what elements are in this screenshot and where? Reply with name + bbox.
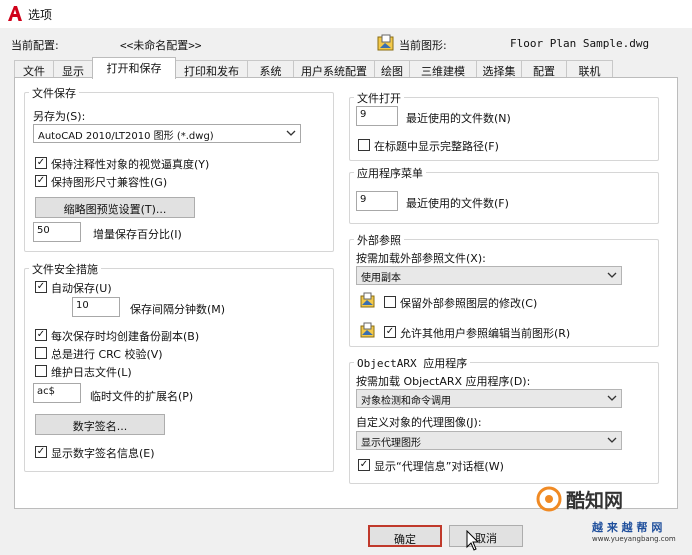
tab-online[interactable]: 联机 (566, 60, 613, 78)
save-as-value: AutoCAD 2010/LT2010 图形 (*.dwg) (38, 131, 214, 142)
autocad-a-icon (8, 6, 22, 21)
watermark-text-2: 越 来 越 帮 网 (592, 521, 663, 534)
xref-layer-icon (360, 292, 375, 308)
xref-edit-icon (360, 322, 375, 338)
tab-files[interactable]: 文件 (14, 60, 54, 78)
cancel-button[interactable]: 取消 (449, 525, 523, 547)
tab-strip: 文件 显示 打开和保存 打印和发布 系统 用户系统配置 绘图 三维建模 选择集 … (14, 57, 678, 79)
incremental-save-input[interactable]: 50 (33, 222, 81, 242)
retain-xref-changes-checkbox[interactable] (384, 296, 396, 308)
retain-xref-changes-label: 保留外部参照图层的修改(C) (400, 297, 538, 310)
current-profile-label: 当前配置: (11, 39, 59, 52)
chevron-down-icon (607, 437, 617, 443)
keep-annotative-checkbox[interactable]: ✓ (35, 157, 47, 169)
objectarx-demand-load-value: 对象检测和命令调用 (361, 396, 451, 407)
watermark: 酷知网 越 来 越 帮 网 www.yueyangbang.com (536, 482, 686, 552)
app-menu-title: 应用程序菜单 (354, 165, 426, 181)
keep-drawing-size-label: 保持图形尺寸兼容性(G) (51, 176, 168, 189)
save-as-dropdown[interactable]: AutoCAD 2010/LT2010 图形 (*.dwg) (33, 124, 301, 143)
backup-label: 每次保存时均创建备份副本(B) (51, 330, 200, 343)
current-drawing-value: Floor Plan Sample.dwg (510, 37, 650, 50)
show-proxy-dialog-checkbox[interactable]: ✓ (358, 459, 370, 471)
tab-drafting[interactable]: 绘图 (374, 60, 410, 78)
watermark-text: 酷知网 (566, 490, 624, 512)
backup-checkbox[interactable]: ✓ (35, 329, 47, 341)
tab-profiles[interactable]: 配置 (521, 60, 567, 78)
full-path-label: 在标题中显示完整路径(F) (374, 140, 499, 153)
autosave-interval-input[interactable]: 10 (72, 297, 120, 317)
watermark-url: www.yueyangbang.com (592, 535, 676, 543)
allow-refedit-checkbox[interactable]: ✓ (384, 326, 396, 338)
tab-plot-publish[interactable]: 打印和发布 (175, 60, 248, 78)
allow-refedit-label: 允许其他用户参照编辑当前图形(R) (400, 327, 571, 340)
log-file-label: 维护日志文件(L) (51, 366, 132, 379)
crc-check-checkbox[interactable] (35, 347, 47, 359)
tab-selection[interactable]: 选择集 (476, 60, 522, 78)
crc-check-label: 总是进行 CRC 校验(V) (51, 348, 163, 361)
title-bar: 选项 (0, 0, 692, 28)
digital-signature-button[interactable]: 数字签名... (35, 414, 165, 435)
proxy-image-label: 自定义对象的代理图像(J): (356, 416, 482, 429)
app-menu-recent-input[interactable]: 9 (356, 191, 398, 211)
proxy-image-value: 显示代理图形 (361, 438, 421, 449)
proxy-image-dropdown[interactable]: 显示代理图形 (356, 431, 622, 450)
tab-open-save[interactable]: 打开和保存 (92, 57, 176, 79)
objectarx-demand-load-dropdown[interactable]: 对象检测和命令调用 (356, 389, 622, 408)
recent-files-label: 最近使用的文件数(N) (406, 112, 511, 125)
incremental-save-label: 增量保存百分比(I) (93, 228, 182, 241)
chevron-down-icon (607, 272, 617, 278)
show-signature-checkbox[interactable]: ✓ (35, 446, 47, 458)
current-profile-value: <<未命名配置>> (120, 39, 202, 52)
xref-demand-load-value: 使用副本 (361, 273, 401, 284)
tab-3d-modeling[interactable]: 三维建模 (409, 60, 477, 78)
window-title: 选项 (28, 8, 53, 22)
objectarx-demand-load-label: 按需加载 ObjectARX 应用程序(D): (356, 375, 531, 388)
file-save-title: 文件保存 (29, 85, 79, 101)
file-safety-title: 文件安全措施 (29, 261, 101, 277)
recent-files-input[interactable]: 9 (356, 106, 398, 126)
autosave-checkbox[interactable]: ✓ (35, 281, 47, 293)
temp-extension-input[interactable]: ac$ (33, 383, 81, 403)
xref-demand-load-label: 按需加载外部参照文件(X): (356, 252, 486, 265)
thumbnail-settings-button[interactable]: 缩略图预览设置(T)... (35, 197, 195, 218)
mouse-cursor-icon (466, 530, 480, 551)
chevron-down-icon (286, 130, 296, 136)
xref-title: 外部参照 (354, 232, 404, 248)
xref-demand-load-dropdown[interactable]: 使用副本 (356, 266, 622, 285)
app-menu-recent-label: 最近使用的文件数(F) (406, 197, 509, 210)
chevron-down-icon (607, 395, 617, 401)
save-as-label: 另存为(S): (33, 110, 86, 123)
temp-extension-label: 临时文件的扩展名(P) (90, 390, 194, 403)
current-drawing-label: 当前图形: (399, 39, 447, 52)
file-open-title: 文件打开 (354, 90, 404, 106)
tab-display[interactable]: 显示 (53, 60, 93, 78)
autosave-label: 自动保存(U) (51, 282, 112, 295)
autosave-interval-label: 保存间隔分钟数(M) (130, 303, 226, 316)
watermark-logo-icon (536, 486, 562, 512)
log-file-checkbox[interactable] (35, 365, 47, 377)
tab-user-preferences[interactable]: 用户系统配置 (293, 60, 375, 78)
drawing-file-icon (377, 34, 394, 51)
show-signature-label: 显示数字签名信息(E) (51, 447, 155, 460)
full-path-checkbox[interactable] (358, 139, 370, 151)
tab-system[interactable]: 系统 (247, 60, 294, 78)
keep-annotative-label: 保持注释性对象的视觉逼真度(Y) (51, 158, 210, 171)
keep-drawing-size-checkbox[interactable]: ✓ (35, 175, 47, 187)
show-proxy-dialog-label: 显示“代理信息”对话框(W) (374, 460, 504, 473)
ok-button[interactable]: 确定 (368, 525, 442, 547)
objectarx-title: ObjectARX 应用程序 (354, 355, 471, 371)
